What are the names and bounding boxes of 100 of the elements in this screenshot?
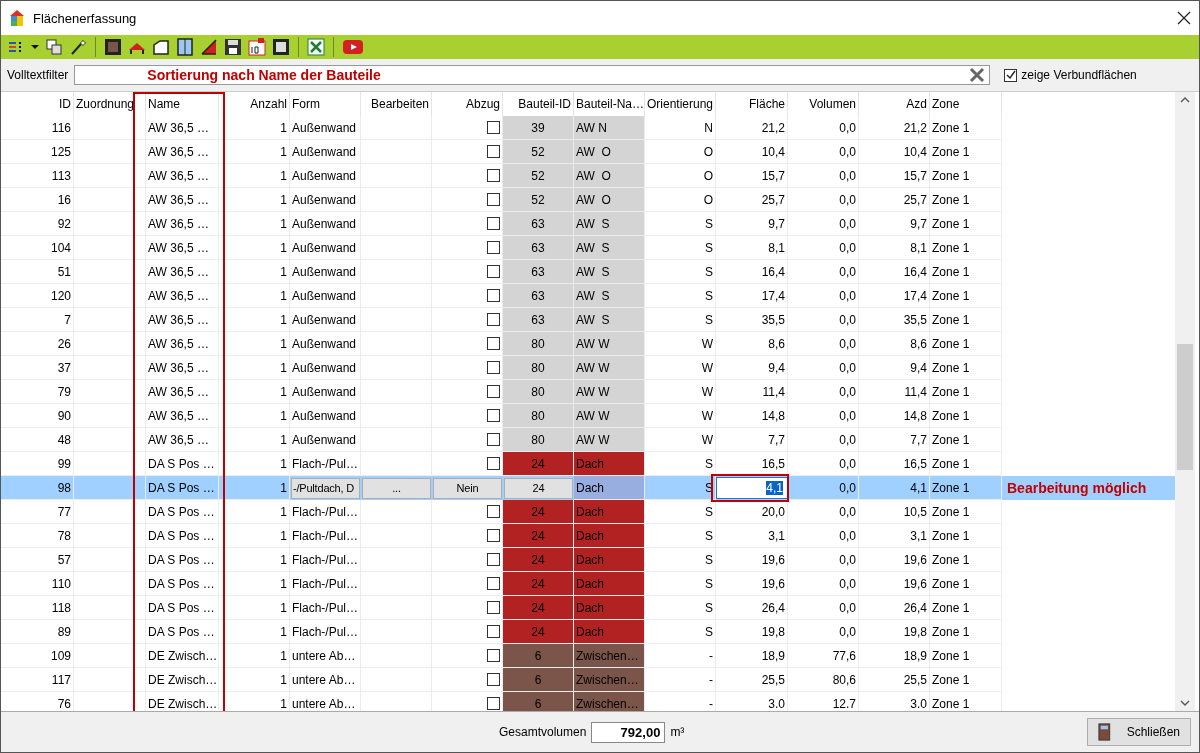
table-cell: 80: [503, 332, 574, 356]
table-cell: 35,5: [903, 312, 927, 327]
squares-icon[interactable]: [45, 38, 63, 56]
table-cell: -: [709, 672, 713, 687]
table-cell: 1: [280, 264, 287, 279]
checkbox[interactable]: [487, 337, 500, 350]
table-cell: AW S: [574, 284, 645, 308]
filter-input-field[interactable]: Sortierung nach Name der Bauteile: [74, 65, 991, 85]
clear-icon[interactable]: [969, 67, 986, 83]
scroll-down-icon[interactable]: [1180, 700, 1190, 707]
table-cell: -: [709, 648, 713, 663]
form-dropdown[interactable]: -/Pultdach, D: [291, 477, 360, 499]
table-cell: 0,0: [839, 576, 856, 591]
table-cell: 0,0: [839, 312, 856, 327]
table-cell: 1: [280, 480, 287, 495]
table-cell: 24: [503, 620, 574, 644]
table-cell: AW W: [574, 356, 645, 380]
table-cell: Flach-/Pul…: [292, 624, 359, 639]
checkbox[interactable]: [487, 601, 500, 614]
wand-icon[interactable]: [69, 38, 87, 56]
edit-button[interactable]: ...: [362, 477, 431, 499]
scrollbar-thumb[interactable]: [1177, 344, 1193, 470]
table-cell: W: [701, 384, 713, 399]
close-icon[interactable]: [1177, 11, 1191, 25]
checkbox[interactable]: [487, 193, 500, 206]
house-icon[interactable]: [152, 38, 170, 56]
table-cell: 14,8: [903, 408, 927, 423]
checkbox[interactable]: [487, 697, 500, 710]
checkbox[interactable]: [487, 169, 500, 182]
table-cell: 98: [57, 480, 71, 495]
table-cell: Zone 1: [932, 456, 970, 471]
table-cell: 6: [503, 644, 574, 668]
play-icon[interactable]: [342, 38, 364, 56]
table-cell: untere Ab…: [292, 648, 356, 663]
checkbox[interactable]: [487, 289, 500, 302]
table-cell: 20,0: [761, 504, 785, 519]
checkbox[interactable]: [487, 505, 500, 518]
checkbox[interactable]: [487, 121, 500, 134]
checkbox[interactable]: [487, 457, 500, 470]
table-cell: Außenwand: [292, 240, 357, 255]
checkbox[interactable]: [487, 145, 500, 158]
deduction-dropdown[interactable]: Nein: [433, 477, 502, 499]
table-cell: 0,0: [839, 240, 856, 255]
table-cell: 0,0: [839, 432, 856, 447]
slope-icon[interactable]: [200, 38, 218, 56]
save-icon[interactable]: [224, 38, 242, 56]
table-cell: 92: [57, 216, 71, 231]
table-cell: 57: [57, 552, 71, 567]
table-cell: 19,8: [903, 624, 927, 639]
table-cell: AW O: [574, 164, 645, 188]
table-cell: AW 36,5 …: [148, 144, 209, 159]
table-cell: 39: [503, 116, 574, 140]
house-logo-icon: [9, 9, 25, 27]
table-cell: 78: [57, 528, 71, 543]
table-cell: Außenwand: [292, 288, 357, 303]
checkbox[interactable]: [487, 673, 500, 686]
table-cell: Zone 1: [932, 240, 970, 255]
number-icon[interactable]: [248, 38, 266, 56]
table-cell: 8,1: [768, 240, 785, 255]
table-cell: W: [701, 408, 713, 423]
table-cell: 26: [57, 336, 71, 351]
checkbox[interactable]: [487, 529, 500, 542]
checkbox[interactable]: [487, 433, 500, 446]
checkbox[interactable]: [487, 625, 500, 638]
table-cell: 63: [503, 308, 574, 332]
table-cell: 1: [280, 240, 287, 255]
checkbox[interactable]: [487, 409, 500, 422]
table-cell: DE Zwisch…: [148, 696, 218, 711]
checkbox[interactable]: [487, 649, 500, 662]
table-cell: 110: [51, 576, 71, 591]
window-icon[interactable]: [176, 38, 194, 56]
area-input-field[interactable]: 4,1: [716, 477, 788, 499]
table-cell: 6: [503, 692, 574, 711]
table-cell: S: [705, 624, 713, 639]
close-button[interactable]: Schließen: [1087, 718, 1191, 746]
checkbox[interactable]: [487, 313, 500, 326]
table-cell: 77,6: [832, 648, 856, 663]
part-id-dropdown[interactable]: 24: [504, 477, 573, 499]
table-cell: 9,7: [768, 216, 785, 231]
table-cell: Zwischen…: [574, 692, 645, 711]
table-cell: 0,0: [839, 480, 856, 495]
table-cell: 1: [280, 408, 287, 423]
checkbox[interactable]: [487, 265, 500, 278]
scrollbar[interactable]: [1175, 92, 1195, 711]
checkbox[interactable]: [487, 385, 500, 398]
table-cell: 19,6: [761, 576, 785, 591]
checkbox[interactable]: [487, 217, 500, 230]
checkbox[interactable]: [1004, 68, 1018, 82]
checkbox[interactable]: [487, 553, 500, 566]
frame-icon[interactable]: [272, 38, 290, 56]
checkbox[interactable]: [487, 241, 500, 254]
table-cell: 1: [280, 696, 287, 711]
checkbox[interactable]: [487, 361, 500, 374]
scroll-up-icon[interactable]: [1180, 96, 1190, 103]
checkbox[interactable]: [487, 577, 500, 590]
square-icon[interactable]: [104, 38, 122, 56]
table-cell: 0,0: [839, 528, 856, 543]
table-cell: S: [705, 528, 713, 543]
table-cell: 113: [51, 168, 71, 183]
spreadsheet-icon[interactable]: [307, 38, 325, 56]
